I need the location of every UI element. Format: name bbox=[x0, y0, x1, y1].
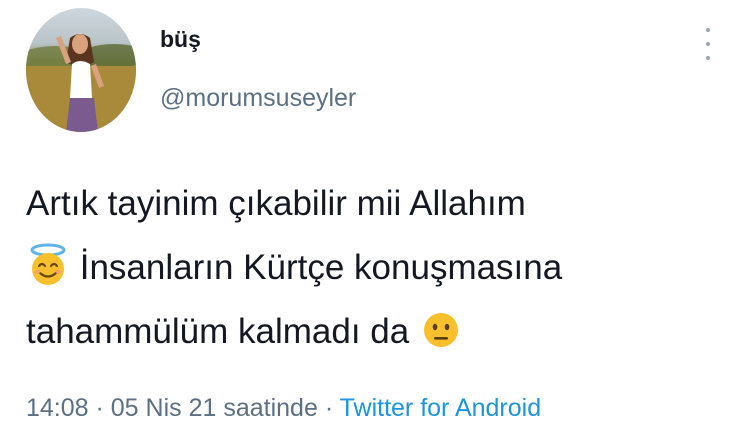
more-options-button[interactable] bbox=[700, 24, 716, 64]
tweet-line-2-text: İnsanların Kürtçe konuşmasına bbox=[79, 248, 563, 287]
tweet-line-2: İnsanların Kürtçe konuşmasına bbox=[26, 236, 726, 300]
smiling-face-with-halo-icon bbox=[26, 243, 70, 287]
meta-separator: · bbox=[88, 394, 111, 422]
tweet-date[interactable]: 05 Nis 21 saatinde bbox=[111, 394, 318, 422]
tweet-line-3-text: tahammülüm kalmadı da bbox=[26, 312, 410, 351]
more-dot-icon bbox=[706, 42, 710, 46]
tweet-meta: 14:08 · 05 Nis 21 saatinde · Twitter for… bbox=[26, 394, 541, 423]
neutral-face-icon bbox=[419, 307, 463, 351]
tweet-time[interactable]: 14:08 bbox=[26, 394, 89, 422]
display-name[interactable]: büş bbox=[160, 26, 201, 53]
tweet-card: büş @morumsuseyler Artık tayinim çıkabil… bbox=[0, 0, 740, 444]
more-dot-icon bbox=[706, 56, 710, 60]
meta-separator: · bbox=[317, 394, 340, 422]
more-dot-icon bbox=[706, 28, 710, 32]
tweet-text: Artık tayinim çıkabilir mii Allahım İnsa… bbox=[26, 172, 726, 364]
avatar[interactable] bbox=[26, 8, 136, 132]
tweet-source-link[interactable]: Twitter for Android bbox=[340, 394, 541, 422]
tweet-line-3: tahammülüm kalmadı da bbox=[26, 300, 726, 364]
avatar-photo bbox=[26, 34, 136, 132]
user-handle[interactable]: @morumsuseyler bbox=[160, 84, 356, 113]
tweet-line-1: Artık tayinim çıkabilir mii Allahım bbox=[26, 184, 526, 223]
